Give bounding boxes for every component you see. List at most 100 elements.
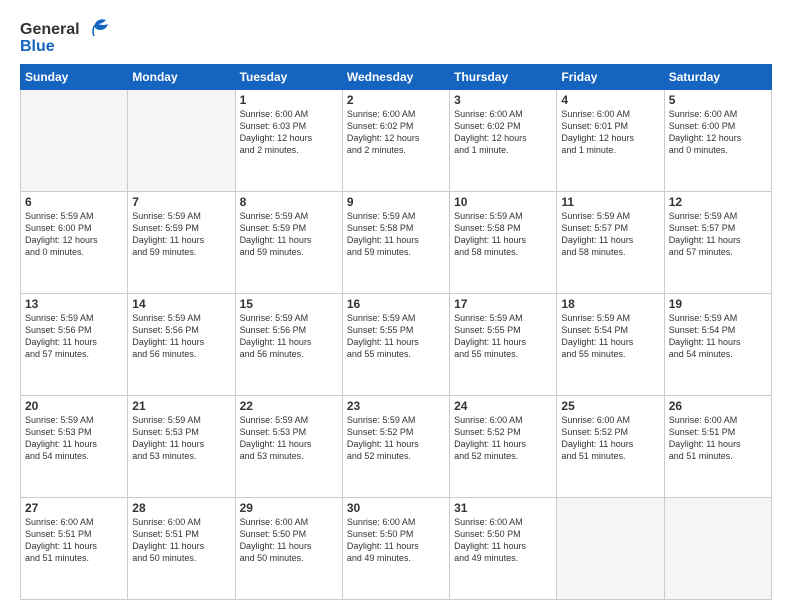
calendar-cell: 25Sunrise: 6:00 AM Sunset: 5:52 PM Dayli… [557,396,664,498]
header: General Blue [20,18,772,56]
day-info: Sunrise: 6:00 AM Sunset: 5:50 PM Dayligh… [454,516,552,565]
calendar-cell: 23Sunrise: 5:59 AM Sunset: 5:52 PM Dayli… [342,396,449,498]
calendar-cell: 11Sunrise: 5:59 AM Sunset: 5:57 PM Dayli… [557,192,664,294]
day-number: 26 [669,399,767,413]
day-info: Sunrise: 6:00 AM Sunset: 5:50 PM Dayligh… [347,516,445,565]
day-number: 27 [25,501,123,515]
day-number: 28 [132,501,230,515]
day-number: 17 [454,297,552,311]
calendar-cell: 6Sunrise: 5:59 AM Sunset: 6:00 PM Daylig… [21,192,128,294]
day-number: 5 [669,93,767,107]
day-number: 12 [669,195,767,209]
week-row-0: 1Sunrise: 6:00 AM Sunset: 6:03 PM Daylig… [21,90,772,192]
day-info: Sunrise: 6:00 AM Sunset: 6:02 PM Dayligh… [454,108,552,157]
weekday-header-row: SundayMondayTuesdayWednesdayThursdayFrid… [21,65,772,90]
day-number: 29 [240,501,338,515]
day-number: 6 [25,195,123,209]
logo-blue-text: Blue [20,38,110,56]
day-number: 18 [561,297,659,311]
day-number: 4 [561,93,659,107]
calendar-cell [557,498,664,600]
week-row-3: 20Sunrise: 5:59 AM Sunset: 5:53 PM Dayli… [21,396,772,498]
day-info: Sunrise: 5:59 AM Sunset: 5:54 PM Dayligh… [669,312,767,361]
day-info: Sunrise: 5:59 AM Sunset: 5:54 PM Dayligh… [561,312,659,361]
day-info: Sunrise: 6:00 AM Sunset: 6:02 PM Dayligh… [347,108,445,157]
weekday-sunday: Sunday [21,65,128,90]
calendar-cell: 15Sunrise: 5:59 AM Sunset: 5:56 PM Dayli… [235,294,342,396]
day-info: Sunrise: 6:00 AM Sunset: 5:52 PM Dayligh… [454,414,552,463]
day-info: Sunrise: 5:59 AM Sunset: 5:58 PM Dayligh… [347,210,445,259]
calendar-cell: 12Sunrise: 5:59 AM Sunset: 5:57 PM Dayli… [664,192,771,294]
week-row-1: 6Sunrise: 5:59 AM Sunset: 6:00 PM Daylig… [21,192,772,294]
day-info: Sunrise: 6:00 AM Sunset: 5:50 PM Dayligh… [240,516,338,565]
day-info: Sunrise: 6:00 AM Sunset: 5:51 PM Dayligh… [132,516,230,565]
calendar-cell: 9Sunrise: 5:59 AM Sunset: 5:58 PM Daylig… [342,192,449,294]
calendar-cell: 2Sunrise: 6:00 AM Sunset: 6:02 PM Daylig… [342,90,449,192]
day-number: 20 [25,399,123,413]
day-number: 15 [240,297,338,311]
calendar-cell: 21Sunrise: 5:59 AM Sunset: 5:53 PM Dayli… [128,396,235,498]
day-info: Sunrise: 5:59 AM Sunset: 5:57 PM Dayligh… [561,210,659,259]
calendar-cell: 4Sunrise: 6:00 AM Sunset: 6:01 PM Daylig… [557,90,664,192]
day-info: Sunrise: 6:00 AM Sunset: 5:51 PM Dayligh… [25,516,123,565]
day-number: 24 [454,399,552,413]
calendar-cell: 5Sunrise: 6:00 AM Sunset: 6:00 PM Daylig… [664,90,771,192]
day-info: Sunrise: 5:59 AM Sunset: 6:00 PM Dayligh… [25,210,123,259]
day-info: Sunrise: 5:59 AM Sunset: 5:52 PM Dayligh… [347,414,445,463]
day-number: 8 [240,195,338,209]
day-info: Sunrise: 5:59 AM Sunset: 5:59 PM Dayligh… [132,210,230,259]
day-info: Sunrise: 5:59 AM Sunset: 5:56 PM Dayligh… [240,312,338,361]
calendar-cell: 27Sunrise: 6:00 AM Sunset: 5:51 PM Dayli… [21,498,128,600]
day-info: Sunrise: 5:59 AM Sunset: 5:58 PM Dayligh… [454,210,552,259]
day-number: 9 [347,195,445,209]
calendar-cell: 20Sunrise: 5:59 AM Sunset: 5:53 PM Dayli… [21,396,128,498]
day-info: Sunrise: 5:59 AM Sunset: 5:56 PM Dayligh… [25,312,123,361]
calendar-cell [664,498,771,600]
day-number: 7 [132,195,230,209]
day-number: 30 [347,501,445,515]
day-number: 1 [240,93,338,107]
day-number: 2 [347,93,445,107]
weekday-friday: Friday [557,65,664,90]
weekday-saturday: Saturday [664,65,771,90]
calendar-cell: 13Sunrise: 5:59 AM Sunset: 5:56 PM Dayli… [21,294,128,396]
calendar-cell: 24Sunrise: 6:00 AM Sunset: 5:52 PM Dayli… [450,396,557,498]
calendar: SundayMondayTuesdayWednesdayThursdayFrid… [20,64,772,600]
page: General Blue SundayMondayTuesdayWednesda… [0,0,792,612]
week-row-2: 13Sunrise: 5:59 AM Sunset: 5:56 PM Dayli… [21,294,772,396]
day-info: Sunrise: 5:59 AM Sunset: 5:56 PM Dayligh… [132,312,230,361]
calendar-cell: 16Sunrise: 5:59 AM Sunset: 5:55 PM Dayli… [342,294,449,396]
weekday-tuesday: Tuesday [235,65,342,90]
day-info: Sunrise: 5:59 AM Sunset: 5:59 PM Dayligh… [240,210,338,259]
day-number: 13 [25,297,123,311]
day-info: Sunrise: 5:59 AM Sunset: 5:55 PM Dayligh… [347,312,445,361]
day-info: Sunrise: 5:59 AM Sunset: 5:53 PM Dayligh… [132,414,230,463]
day-info: Sunrise: 5:59 AM Sunset: 5:55 PM Dayligh… [454,312,552,361]
calendar-cell: 19Sunrise: 5:59 AM Sunset: 5:54 PM Dayli… [664,294,771,396]
calendar-cell: 29Sunrise: 6:00 AM Sunset: 5:50 PM Dayli… [235,498,342,600]
calendar-cell: 1Sunrise: 6:00 AM Sunset: 6:03 PM Daylig… [235,90,342,192]
calendar-cell: 28Sunrise: 6:00 AM Sunset: 5:51 PM Dayli… [128,498,235,600]
day-number: 23 [347,399,445,413]
calendar-cell: 22Sunrise: 5:59 AM Sunset: 5:53 PM Dayli… [235,396,342,498]
day-number: 10 [454,195,552,209]
day-number: 14 [132,297,230,311]
day-info: Sunrise: 6:00 AM Sunset: 5:51 PM Dayligh… [669,414,767,463]
day-number: 25 [561,399,659,413]
logo-general-text: General [20,21,80,39]
day-info: Sunrise: 6:00 AM Sunset: 6:01 PM Dayligh… [561,108,659,157]
day-number: 11 [561,195,659,209]
day-number: 16 [347,297,445,311]
day-info: Sunrise: 5:59 AM Sunset: 5:57 PM Dayligh… [669,210,767,259]
calendar-cell: 31Sunrise: 6:00 AM Sunset: 5:50 PM Dayli… [450,498,557,600]
day-info: Sunrise: 5:59 AM Sunset: 5:53 PM Dayligh… [240,414,338,463]
calendar-cell: 10Sunrise: 5:59 AM Sunset: 5:58 PM Dayli… [450,192,557,294]
day-info: Sunrise: 6:00 AM Sunset: 6:03 PM Dayligh… [240,108,338,157]
logo: General Blue [20,18,110,56]
calendar-cell: 3Sunrise: 6:00 AM Sunset: 6:02 PM Daylig… [450,90,557,192]
day-info: Sunrise: 5:59 AM Sunset: 5:53 PM Dayligh… [25,414,123,463]
day-number: 21 [132,399,230,413]
calendar-cell [128,90,235,192]
calendar-cell: 14Sunrise: 5:59 AM Sunset: 5:56 PM Dayli… [128,294,235,396]
day-number: 3 [454,93,552,107]
